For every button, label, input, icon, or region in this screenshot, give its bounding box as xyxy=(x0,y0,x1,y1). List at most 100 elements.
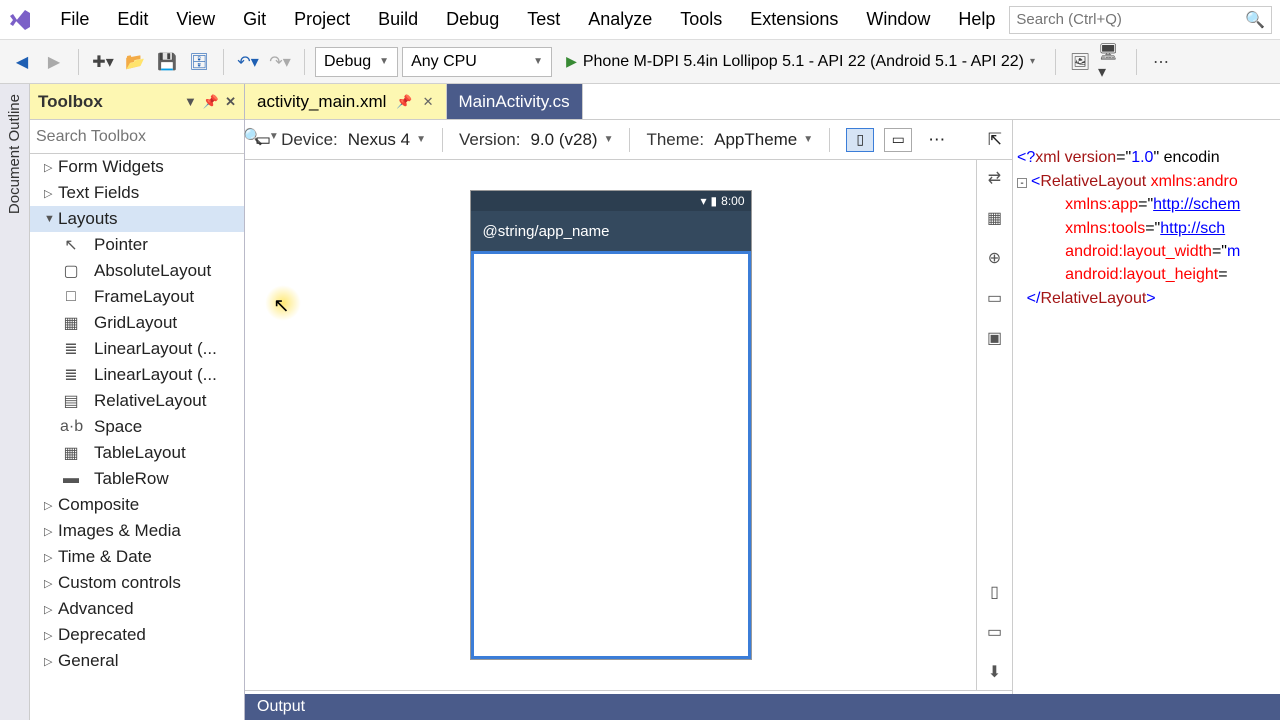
layout-icon: ▦ xyxy=(60,443,82,463)
tool-icon[interactable]: ▭ xyxy=(987,288,1002,308)
cat-custom-controls[interactable]: ▷Custom controls xyxy=(30,570,244,596)
cat-time-date[interactable]: ▷Time & Date xyxy=(30,544,244,570)
layout-icon: ▬ xyxy=(60,470,82,488)
tool-icon[interactable]: ▭ xyxy=(987,622,1002,642)
device-preview-icon[interactable]: ▭ xyxy=(255,130,271,150)
menu-edit[interactable]: Edit xyxy=(103,5,162,34)
item-relativelayout[interactable]: ▤RelativeLayout xyxy=(30,388,244,414)
item-space[interactable]: a·bSpace xyxy=(30,414,244,440)
tab-activity-main[interactable]: activity_main.xml 📌 ✕ xyxy=(245,84,447,119)
close-icon[interactable]: ✕ xyxy=(225,94,236,110)
run-button[interactable]: ▶Phone M-DPI 5.4in Lollipop 5.1 - API 22… xyxy=(556,53,1045,71)
menu-debug[interactable]: Debug xyxy=(432,5,513,34)
toolbox-search[interactable]: 🔍 ▼ xyxy=(30,120,244,154)
menu-bar: File Edit View Git Project Build Debug T… xyxy=(0,0,1280,40)
main-area: Document Outline Toolbox ▼ 📌 ✕ 🔍 ▼ ▷Form… xyxy=(0,84,1280,720)
refresh-icon[interactable]: ⇄ xyxy=(988,168,1001,188)
popout-icon[interactable]: ⇱ xyxy=(988,130,1002,150)
menu-build[interactable]: Build xyxy=(364,5,432,34)
version-label: Version: xyxy=(459,130,520,150)
save-icon[interactable]: 💾 xyxy=(153,48,181,76)
cat-images-media[interactable]: ▷Images & Media xyxy=(30,518,244,544)
editor-tabs: activity_main.xml 📌 ✕ MainActivity.cs xyxy=(245,84,1280,120)
cat-text-fields[interactable]: ▷Text Fields xyxy=(30,180,244,206)
panel-dropdown-icon[interactable]: ▼ xyxy=(184,94,197,109)
theme-dropdown[interactable]: AppTheme▼ xyxy=(714,130,813,150)
close-icon[interactable]: ✕ xyxy=(423,94,434,110)
undo-icon[interactable]: ↶▾ xyxy=(234,48,262,76)
pointer-icon: ↖ xyxy=(60,235,82,255)
cat-advanced[interactable]: ▷Advanced xyxy=(30,596,244,622)
nav-fwd-icon[interactable]: ▶ xyxy=(40,48,68,76)
item-tablelayout[interactable]: ▦TableLayout xyxy=(30,440,244,466)
redo-icon[interactable]: ↷▾ xyxy=(266,48,294,76)
doc-outline-label: Document Outline xyxy=(6,94,23,214)
menu-help[interactable]: Help xyxy=(944,5,1009,34)
tool-icon[interactable]: ⬇ xyxy=(988,662,1001,682)
quick-search-input[interactable] xyxy=(1016,11,1245,28)
cat-deprecated[interactable]: ▷Deprecated xyxy=(30,622,244,648)
item-linearlayout-2[interactable]: ≣LinearLayout (... xyxy=(30,362,244,388)
document-outline-tab[interactable]: Document Outline xyxy=(0,84,30,720)
designer-toolbar: ▭ Device: Nexus 4▼ Version: 9.0 (v28)▼ T… xyxy=(245,120,1012,160)
layout-icon: a·b xyxy=(60,418,82,436)
cat-general[interactable]: ▷General xyxy=(30,648,244,674)
nav-back-icon[interactable]: ◀ xyxy=(8,48,36,76)
platform-dropdown[interactable]: Any CPU▼ xyxy=(402,47,552,77)
item-framelayout[interactable]: □FrameLayout xyxy=(30,284,244,310)
phone-app-bar: @string/app_name xyxy=(471,211,751,251)
menu-test[interactable]: Test xyxy=(513,5,574,34)
pin-icon[interactable]: 📌 xyxy=(203,94,219,110)
fold-icon[interactable]: - xyxy=(1017,178,1027,188)
phone-preview: ▾ ▮ 8:00 @string/app_name xyxy=(470,190,752,660)
landscape-button[interactable]: ▭ xyxy=(884,128,912,152)
toolbox-tree: ▷Form Widgets ▷Text Fields ▼Layouts ↖Poi… xyxy=(30,154,244,720)
code-editor[interactable]: <?xml version="1.0" encodin -<RelativeLa… xyxy=(1012,120,1280,720)
item-absolutelayout[interactable]: ▢AbsoluteLayout xyxy=(30,258,244,284)
cat-layouts[interactable]: ▼Layouts xyxy=(30,206,244,232)
tool-icon[interactable]: ▯ xyxy=(990,582,999,602)
tool-icon-3[interactable]: ⋯ xyxy=(1147,48,1175,76)
menu-view[interactable]: View xyxy=(162,5,229,34)
menu-window[interactable]: Window xyxy=(852,5,944,34)
tool-icon-2[interactable]: 🖥▾ xyxy=(1098,48,1126,76)
device-dropdown[interactable]: Nexus 4▼ xyxy=(348,130,426,150)
menu-git[interactable]: Git xyxy=(229,5,280,34)
grid-icon[interactable]: ▦ xyxy=(987,208,1002,228)
design-canvas[interactable]: ↖ ▾ ▮ 8:00 @string/app_name xyxy=(245,160,976,690)
config-dropdown[interactable]: Debug▼ xyxy=(315,47,398,77)
item-tablerow[interactable]: ▬TableRow xyxy=(30,466,244,492)
menu-analyze[interactable]: Analyze xyxy=(574,5,666,34)
portrait-button[interactable]: ▯ xyxy=(846,128,874,152)
menu-extensions[interactable]: Extensions xyxy=(736,5,852,34)
item-linearlayout-1[interactable]: ≣LinearLayout (... xyxy=(30,336,244,362)
layout-icon: ▢ xyxy=(60,261,82,281)
cat-form-widgets[interactable]: ▷Form Widgets xyxy=(30,154,244,180)
new-item-icon[interactable]: ✚▾ xyxy=(89,48,117,76)
quick-search[interactable]: 🔍 xyxy=(1009,6,1272,34)
layout-icon: □ xyxy=(60,288,82,306)
phone-content[interactable] xyxy=(471,251,751,659)
item-pointer[interactable]: ↖Pointer xyxy=(30,232,244,258)
search-icon: 🔍 xyxy=(1245,10,1265,30)
pin-icon[interactable]: 📌 xyxy=(396,94,412,110)
vs-logo-icon xyxy=(8,6,32,34)
tool-icon[interactable]: ▣ xyxy=(987,328,1002,348)
output-panel-tab[interactable]: Output xyxy=(245,694,1280,720)
more-icon[interactable]: ⋯ xyxy=(928,130,945,150)
tab-mainactivity[interactable]: MainActivity.cs xyxy=(447,84,583,119)
open-icon[interactable]: 📂 xyxy=(121,48,149,76)
menu-project[interactable]: Project xyxy=(280,5,364,34)
wifi-icon: ▾ xyxy=(701,194,707,208)
toolbox-search-input[interactable] xyxy=(36,128,243,146)
item-gridlayout[interactable]: ▦GridLayout xyxy=(30,310,244,336)
save-all-icon[interactable]: 🗄 xyxy=(185,48,213,76)
toolbox-title: Toolbox xyxy=(38,92,103,112)
zoom-icon[interactable]: ⊕ xyxy=(988,248,1001,268)
menu-tools[interactable]: Tools xyxy=(666,5,736,34)
tool-icon-1[interactable]: 🖼 xyxy=(1066,48,1094,76)
version-dropdown[interactable]: 9.0 (v28)▼ xyxy=(530,130,613,150)
cat-composite[interactable]: ▷Composite xyxy=(30,492,244,518)
theme-label: Theme: xyxy=(646,130,704,150)
menu-file[interactable]: File xyxy=(46,5,103,34)
